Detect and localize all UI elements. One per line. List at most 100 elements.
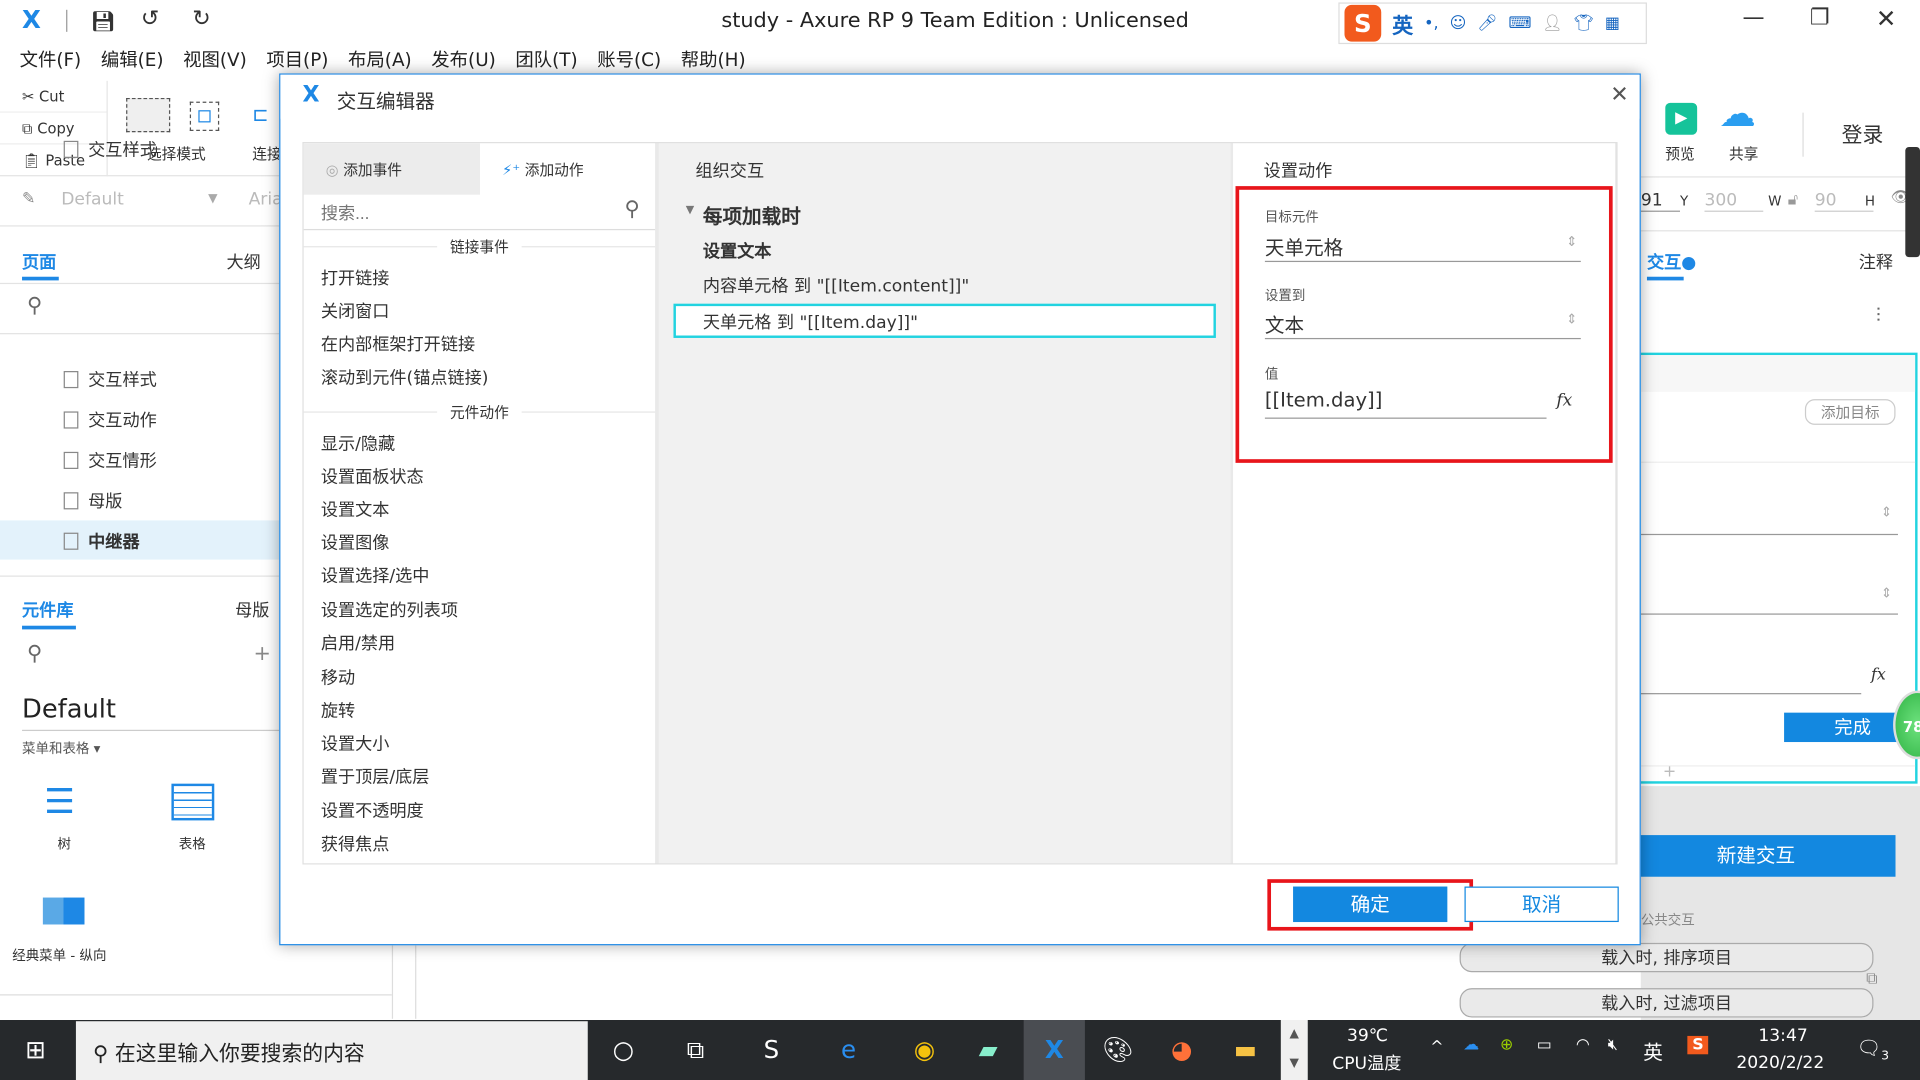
- category-toggle[interactable]: 菜单和表格 ▾: [22, 738, 100, 758]
- x-field[interactable]: 91: [1640, 191, 1681, 212]
- ok-button[interactable]: 确定: [1293, 886, 1448, 923]
- add-target-button[interactable]: 添加目标: [1804, 399, 1896, 425]
- target-select[interactable]: 天单元格: [1264, 231, 1581, 263]
- windows-start-icon[interactable]: ⊞: [17, 1031, 54, 1068]
- maximize-button[interactable]: ❐: [1810, 5, 1830, 31]
- menu-edit[interactable]: 编辑(E): [101, 44, 164, 78]
- page-item-interaction-style[interactable]: 交互样式: [63, 367, 157, 391]
- emoji-icon[interactable]: ☺: [1450, 14, 1467, 32]
- sliders-icon[interactable]: ⫶: [1876, 304, 1881, 328]
- page-item-interaction-action[interactable]: 交互动作: [63, 408, 157, 432]
- select-contained-icon[interactable]: [189, 101, 220, 132]
- tray-plus-icon[interactable]: ⊕: [1500, 1036, 1513, 1054]
- action-set-list-item[interactable]: 设置选定的列表项: [321, 598, 458, 622]
- style-dropdown[interactable]: Default: [61, 190, 124, 210]
- up-down-icon[interactable]: ⇕: [1881, 504, 1892, 520]
- taskbar-scroll[interactable]: ▲ ▼: [1280, 1020, 1308, 1080]
- page-item-interaction-case[interactable]: 交互情形: [63, 448, 157, 472]
- firefox-icon[interactable]: ◕: [1163, 1031, 1200, 1068]
- undo-icon[interactable]: ↺: [141, 6, 159, 32]
- sogou-tray-icon[interactable]: S: [1687, 1035, 1709, 1055]
- page-item-repeater[interactable]: 中继器: [63, 529, 140, 553]
- up-down-icon[interactable]: ⇕: [1881, 585, 1892, 601]
- new-interaction-button[interactable]: 新建交互: [1616, 835, 1896, 877]
- action-scroll-to-widget[interactable]: 滚动到元件(锚点链接): [321, 365, 489, 389]
- action-set-selected[interactable]: 设置选择/选中: [321, 563, 430, 587]
- paint-icon[interactable]: 🎨︎: [1100, 1031, 1137, 1068]
- action-move[interactable]: 移动: [321, 665, 355, 689]
- up-down-icon[interactable]: ⇕: [1566, 311, 1577, 327]
- action-open-link[interactable]: 打开链接: [321, 266, 390, 290]
- event-on-item-load[interactable]: 每项加载时: [703, 200, 801, 229]
- tab-pages[interactable]: 页面: [22, 250, 56, 274]
- action-rotate[interactable]: 旋转: [321, 698, 355, 722]
- ime-lang[interactable]: 英: [1392, 8, 1413, 38]
- target-field[interactable]: [1640, 533, 1898, 536]
- up-down-icon[interactable]: ⇕: [1566, 234, 1577, 250]
- tab-add-event[interactable]: ◎ 添加事件: [303, 143, 481, 195]
- add-icon[interactable]: +: [1663, 763, 1676, 781]
- microphone-icon[interactable]: 🎤︎: [1477, 14, 1497, 32]
- action-set-opacity[interactable]: 设置不透明度: [321, 798, 424, 822]
- set-to-field[interactable]: [1640, 613, 1898, 615]
- tab-outline[interactable]: 大纲: [227, 250, 261, 274]
- onedrive-icon[interactable]: ☁: [1463, 1036, 1479, 1054]
- fx-icon[interactable]: fx: [1871, 666, 1886, 684]
- table-widget-icon[interactable]: [171, 783, 215, 821]
- tab-masters[interactable]: 母版: [235, 598, 269, 622]
- public-item-filter[interactable]: 载入时, 过滤项目: [1459, 988, 1874, 1018]
- action-set-size[interactable]: 设置大小: [321, 731, 390, 755]
- action-search-input[interactable]: [320, 199, 627, 227]
- action-open-in-frame[interactable]: 在内部框架打开链接: [321, 332, 475, 356]
- fx-icon[interactable]: fx: [1556, 391, 1572, 411]
- menu-view[interactable]: 视图(V): [183, 44, 247, 78]
- cloud-share-icon[interactable]: ☁: [1719, 93, 1756, 136]
- y-field[interactable]: 300: [1704, 191, 1764, 212]
- public-item-sort[interactable]: 载入时, 排序项目: [1459, 942, 1874, 973]
- minimize-button[interactable]: —: [1742, 5, 1764, 31]
- cortana-icon[interactable]: ○: [605, 1031, 642, 1068]
- action-row-selected[interactable]: 天单元格 到 "[[Item.day]]": [673, 303, 1216, 338]
- tree-widget-icon[interactable]: ☰: [44, 781, 86, 823]
- skin-icon[interactable]: 👕︎: [1574, 14, 1594, 32]
- select-mode-icon[interactable]: [126, 97, 171, 133]
- wifi-icon[interactable]: ◠: [1576, 1036, 1590, 1054]
- file-explorer-icon[interactable]: ▬: [1227, 1031, 1264, 1068]
- value-input[interactable]: [[Item.day]]: [1264, 388, 1547, 419]
- page-item-interaction-style[interactable]: 交互样式: [63, 137, 157, 161]
- action-close-window[interactable]: 关闭窗口: [321, 299, 390, 323]
- redo-icon[interactable]: ↻: [192, 6, 210, 32]
- tab-library[interactable]: 元件库: [22, 598, 73, 622]
- cut-button[interactable]: ✂ Cut: [0, 81, 107, 113]
- tab-notes[interactable]: 注释: [1859, 250, 1893, 274]
- action-set-text-heading[interactable]: 设置文本: [703, 239, 772, 263]
- task-view-icon[interactable]: ⧉: [677, 1031, 714, 1068]
- action-enable-disable[interactable]: 启用/禁用: [321, 631, 395, 655]
- punctuation-icon[interactable]: •,: [1424, 14, 1438, 32]
- close-window-button[interactable]: ✕: [1876, 4, 1897, 33]
- action-focus[interactable]: 获得焦点: [321, 831, 390, 855]
- volume-muted-icon[interactable]: 🔇︎: [1608, 1036, 1618, 1054]
- clock-date[interactable]: 2020/2/22: [1736, 1053, 1824, 1073]
- toolbox-icon[interactable]: ▦: [1605, 14, 1620, 32]
- action-set-text[interactable]: 设置文本: [321, 497, 390, 521]
- ie-browser-icon[interactable]: e: [830, 1031, 867, 1068]
- app-s-icon[interactable]: S: [753, 1031, 790, 1068]
- add-library-icon[interactable]: +: [253, 642, 270, 666]
- connect-icon[interactable]: ⊏: [252, 103, 268, 126]
- set-to-select[interactable]: 文本: [1264, 309, 1581, 340]
- library-dropdown[interactable]: Default: [22, 694, 116, 723]
- menu-file[interactable]: 文件(F): [20, 44, 82, 78]
- ime-toolbar[interactable]: S 英 •, ☺ 🎤︎ ⌨ 👤︎ 👕︎ ▦: [1338, 2, 1647, 45]
- tray-expand-icon[interactable]: ^: [1430, 1038, 1443, 1056]
- preview-icon[interactable]: ▶: [1665, 102, 1698, 135]
- close-dialog-button[interactable]: ✕: [1610, 82, 1628, 108]
- collapse-triangle-icon[interactable]: ▼: [686, 204, 694, 216]
- tab-interaction[interactable]: 交互●: [1647, 250, 1696, 274]
- notepad-icon[interactable]: ▰: [970, 1031, 1007, 1068]
- action-row[interactable]: 内容单元格 到 "[[Item.content]]": [703, 273, 969, 297]
- chrome-icon[interactable]: ◉: [906, 1031, 943, 1068]
- action-set-image[interactable]: 设置图像: [321, 530, 390, 554]
- search-icon[interactable]: ⚲: [27, 294, 42, 318]
- notification-center-icon[interactable]: 🗨︎3: [1856, 1036, 1889, 1063]
